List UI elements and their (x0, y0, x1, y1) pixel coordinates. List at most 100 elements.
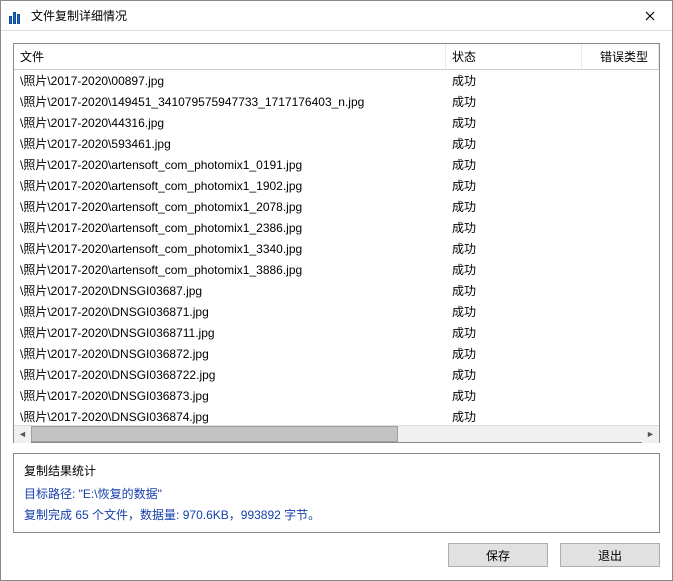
close-icon (645, 11, 655, 21)
footer-buttons: 保存 退出 (1, 533, 672, 577)
table-header: 文件 状态 错误类型 (14, 44, 659, 70)
file-copy-table: 文件 状态 错误类型 \照片\2017-2020\00897.jpg成功\照片\… (13, 43, 660, 443)
cell-file: \照片\2017-2020\DNSGI0368722.jpg (14, 364, 446, 385)
cell-error (582, 112, 659, 133)
cell-status: 成功 (446, 238, 582, 259)
cell-error (582, 385, 659, 406)
col-header-file[interactable]: 文件 (14, 44, 446, 69)
cell-status: 成功 (446, 343, 582, 364)
table-row[interactable]: \照片\2017-2020\00897.jpg成功 (14, 70, 659, 91)
col-header-error[interactable]: 错误类型 (582, 44, 659, 69)
table-row[interactable]: \照片\2017-2020\artensoft_com_photomix1_38… (14, 259, 659, 280)
app-icon (9, 8, 25, 24)
table-row[interactable]: \照片\2017-2020\artensoft_com_photomix1_19… (14, 175, 659, 196)
stats-summary-line: 复制完成 65 个文件，数据量: 970.6KB，993892 字节。 (24, 506, 649, 523)
cell-file: \照片\2017-2020\artensoft_com_photomix1_19… (14, 175, 446, 196)
stats-byte-count: 993892 (241, 508, 281, 522)
cell-file: \照片\2017-2020\00897.jpg (14, 70, 446, 91)
cell-status: 成功 (446, 91, 582, 112)
table-row[interactable]: \照片\2017-2020\593461.jpg成功 (14, 133, 659, 154)
cell-error (582, 196, 659, 217)
table-row[interactable]: \照片\2017-2020\DNSGI0368722.jpg成功 (14, 364, 659, 385)
cell-status: 成功 (446, 175, 582, 196)
scroll-right-button[interactable]: ► (642, 426, 659, 443)
cell-error (582, 280, 659, 301)
cell-file: \照片\2017-2020\149451_341079575947733_171… (14, 91, 446, 112)
cell-file: \照片\2017-2020\DNSGI036873.jpg (14, 385, 446, 406)
cell-error (582, 259, 659, 280)
horizontal-scrollbar[interactable]: ◄ ► (14, 425, 659, 442)
cell-file: \照片\2017-2020\DNSGI0368711.jpg (14, 322, 446, 343)
cell-status: 成功 (446, 112, 582, 133)
table-row[interactable]: \照片\2017-2020\DNSGI036874.jpg成功 (14, 406, 659, 425)
cell-error (582, 301, 659, 322)
cell-status: 成功 (446, 154, 582, 175)
stats-title: 复制结果统计 (24, 462, 649, 479)
table-body[interactable]: \照片\2017-2020\00897.jpg成功\照片\2017-2020\1… (14, 70, 659, 425)
stats-target-label: 目标路径: (24, 487, 79, 501)
scroll-thumb[interactable] (31, 426, 398, 442)
stats-target-path: "E:\恢复的数据" (79, 487, 162, 501)
table-row[interactable]: \照片\2017-2020\DNSGI036871.jpg成功 (14, 301, 659, 322)
table-row[interactable]: \照片\2017-2020\artensoft_com_photomix1_01… (14, 154, 659, 175)
stats-summary-sep: ， (229, 508, 241, 522)
table-row[interactable]: \照片\2017-2020\DNSGI036873.jpg成功 (14, 385, 659, 406)
cell-error (582, 175, 659, 196)
cell-file: \照片\2017-2020\593461.jpg (14, 133, 446, 154)
cell-status: 成功 (446, 133, 582, 154)
cell-error (582, 322, 659, 343)
cell-error (582, 238, 659, 259)
table-row[interactable]: \照片\2017-2020\DNSGI036872.jpg成功 (14, 343, 659, 364)
cell-file: \照片\2017-2020\artensoft_com_photomix1_38… (14, 259, 446, 280)
cell-file: \照片\2017-2020\DNSGI036872.jpg (14, 343, 446, 364)
window-title: 文件复制详细情况 (31, 7, 627, 24)
cell-file: \照片\2017-2020\artensoft_com_photomix1_01… (14, 154, 446, 175)
cell-error (582, 217, 659, 238)
cell-error (582, 91, 659, 112)
stats-file-count: 65 (75, 508, 88, 522)
table-row[interactable]: \照片\2017-2020\44316.jpg成功 (14, 112, 659, 133)
cell-status: 成功 (446, 364, 582, 385)
cell-error (582, 343, 659, 364)
stats-summary-prefix: 复制完成 (24, 508, 75, 522)
cell-file: \照片\2017-2020\DNSGI03687.jpg (14, 280, 446, 301)
stats-data-size: 970.6KB (183, 508, 229, 522)
cell-status: 成功 (446, 259, 582, 280)
cell-status: 成功 (446, 406, 582, 425)
table-row[interactable]: \照片\2017-2020\149451_341079575947733_171… (14, 91, 659, 112)
cell-file: \照片\2017-2020\DNSGI036871.jpg (14, 301, 446, 322)
cell-error (582, 133, 659, 154)
cell-error (582, 406, 659, 425)
table-row[interactable]: \照片\2017-2020\DNSGI03687.jpg成功 (14, 280, 659, 301)
cell-file: \照片\2017-2020\artensoft_com_photomix1_20… (14, 196, 446, 217)
cell-status: 成功 (446, 322, 582, 343)
cell-status: 成功 (446, 385, 582, 406)
stats-panel: 复制结果统计 目标路径: "E:\恢复的数据" 复制完成 65 个文件，数据量:… (13, 453, 660, 533)
cell-file: \照片\2017-2020\artensoft_com_photomix1_23… (14, 217, 446, 238)
cell-status: 成功 (446, 301, 582, 322)
stats-target-line: 目标路径: "E:\恢复的数据" (24, 485, 649, 502)
table-row[interactable]: \照片\2017-2020\artensoft_com_photomix1_23… (14, 217, 659, 238)
close-button[interactable] (627, 1, 672, 30)
cell-status: 成功 (446, 196, 582, 217)
stats-summary-suffix: 字节。 (281, 508, 320, 522)
stats-summary-mid1: 个文件，数据量: (89, 508, 183, 522)
col-header-status[interactable]: 状态 (446, 44, 582, 69)
cell-status: 成功 (446, 217, 582, 238)
cell-file: \照片\2017-2020\44316.jpg (14, 112, 446, 133)
table-row[interactable]: \照片\2017-2020\DNSGI0368711.jpg成功 (14, 322, 659, 343)
exit-button[interactable]: 退出 (560, 543, 660, 567)
scroll-left-button[interactable]: ◄ (14, 426, 31, 443)
cell-file: \照片\2017-2020\artensoft_com_photomix1_33… (14, 238, 446, 259)
cell-error (582, 364, 659, 385)
table-row[interactable]: \照片\2017-2020\artensoft_com_photomix1_20… (14, 196, 659, 217)
cell-status: 成功 (446, 70, 582, 91)
cell-error (582, 70, 659, 91)
titlebar: 文件复制详细情况 (1, 1, 672, 31)
table-row[interactable]: \照片\2017-2020\artensoft_com_photomix1_33… (14, 238, 659, 259)
cell-status: 成功 (446, 280, 582, 301)
cell-file: \照片\2017-2020\DNSGI036874.jpg (14, 406, 446, 425)
cell-error (582, 154, 659, 175)
save-button[interactable]: 保存 (448, 543, 548, 567)
scroll-track[interactable] (31, 426, 642, 442)
